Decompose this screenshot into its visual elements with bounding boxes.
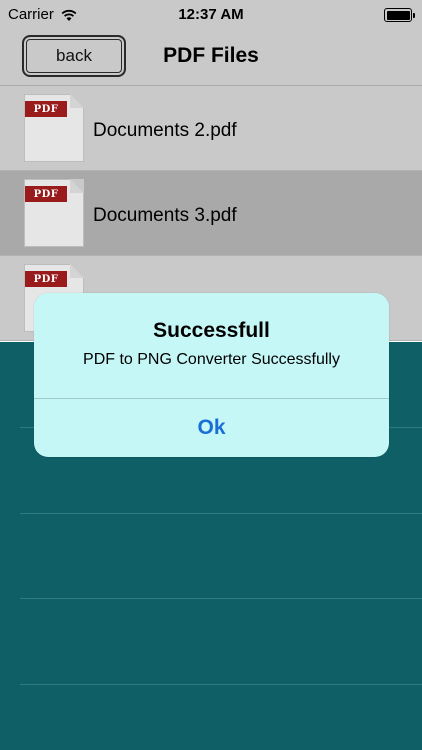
ok-button[interactable]: Ok [34,399,389,457]
file-row[interactable]: PDF Documents 2.pdf [0,86,422,171]
navigation-bar: back PDF Files [0,30,422,86]
pdf-file-icon: PDF [24,94,84,162]
page-title: PDF Files [0,44,422,68]
file-name: Documents 3.pdf [93,205,237,226]
battery-icon [384,8,415,22]
pdf-icon-label: PDF [25,101,67,117]
alert-dialog: Successfull PDF to PNG Converter Success… [34,293,389,457]
row-divider [20,598,422,599]
pdf-icon-label: PDF [25,186,67,202]
alert-title: Successfull [153,319,270,342]
file-name: Documents 2.pdf [93,120,237,141]
status-time: 12:37 AM [178,6,244,23]
file-row-selected[interactable]: PDF Documents 3.pdf [0,171,422,256]
row-divider [20,684,422,685]
alert-message: PDF to PNG Converter Successfully [83,351,340,368]
row-divider [20,513,422,514]
pdf-icon-label: PDF [25,271,67,287]
page-title-text: PDF Files [163,44,259,67]
pdf-file-icon: PDF [24,179,84,247]
status-bar: Carrier 12:37 AM [0,0,422,30]
